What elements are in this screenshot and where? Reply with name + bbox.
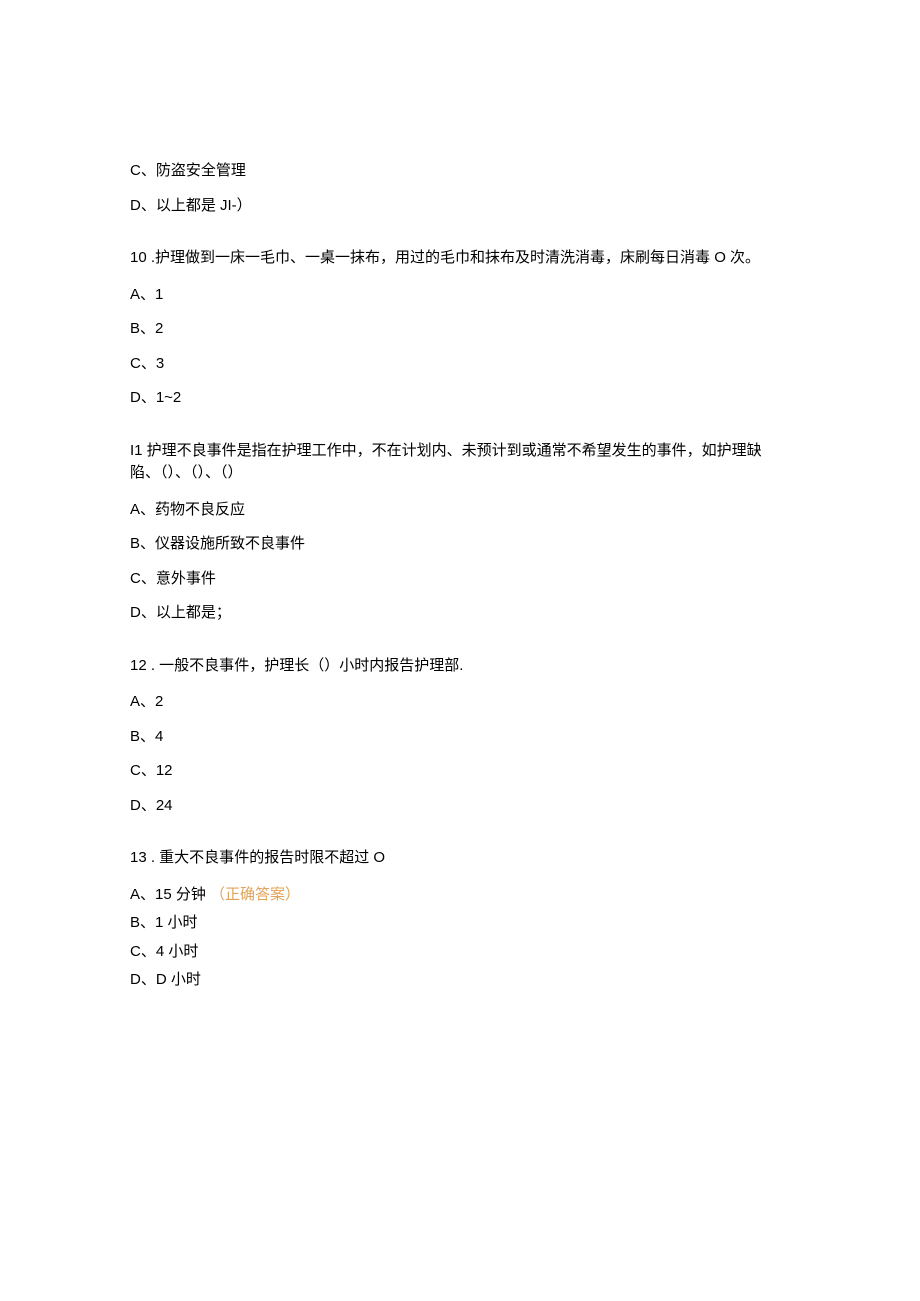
q13-option-c: C、4 小时 xyxy=(130,941,790,964)
q11-option-c: C、意外事件 xyxy=(130,568,790,591)
q13-correct-label: （正确答案） xyxy=(210,886,300,903)
q11-option-d: D、以上都是； xyxy=(130,602,790,625)
q12-option-c: C、12 xyxy=(130,760,790,783)
q13-stem: 13 . 重大不良事件的报告时限不超过 O xyxy=(130,847,790,870)
q10-option-d: D、1~2 xyxy=(130,387,790,410)
q12-stem: 12 . 一般不良事件，护理长（）小时内报告护理部. xyxy=(130,655,790,678)
q12-option-a: A、2 xyxy=(130,691,790,714)
q13-option-a-text: A、15 分钟 xyxy=(130,886,206,903)
q13-option-a: A、15 分钟 （正确答案） xyxy=(130,884,790,907)
q10-option-a: A、1 xyxy=(130,284,790,307)
q11-stem: I1 护理不良事件是指在护理工作中，不在计划内、未预计到或通常不希望发生的事件，… xyxy=(130,440,790,485)
q12-option-b: B、4 xyxy=(130,726,790,749)
q13-option-b: B、1 小时 xyxy=(130,912,790,935)
q10-option-b: B、2 xyxy=(130,318,790,341)
orphan-option-c: C、防盗安全管理 xyxy=(130,160,790,183)
q12-option-d: D、24 xyxy=(130,795,790,818)
q10-stem: 10 .护理做到一床一毛巾、一桌一抹布，用过的毛巾和抹布及时清洗消毒，床刷每日消… xyxy=(130,247,790,270)
q13-option-d: D、D 小时 xyxy=(130,969,790,992)
q11-option-b: B、仪器设施所致不良事件 xyxy=(130,533,790,556)
q11-option-a: A、药物不良反应 xyxy=(130,499,790,522)
orphan-option-d: D、以上都是 JI-） xyxy=(130,195,790,218)
q10-option-c: C、3 xyxy=(130,353,790,376)
